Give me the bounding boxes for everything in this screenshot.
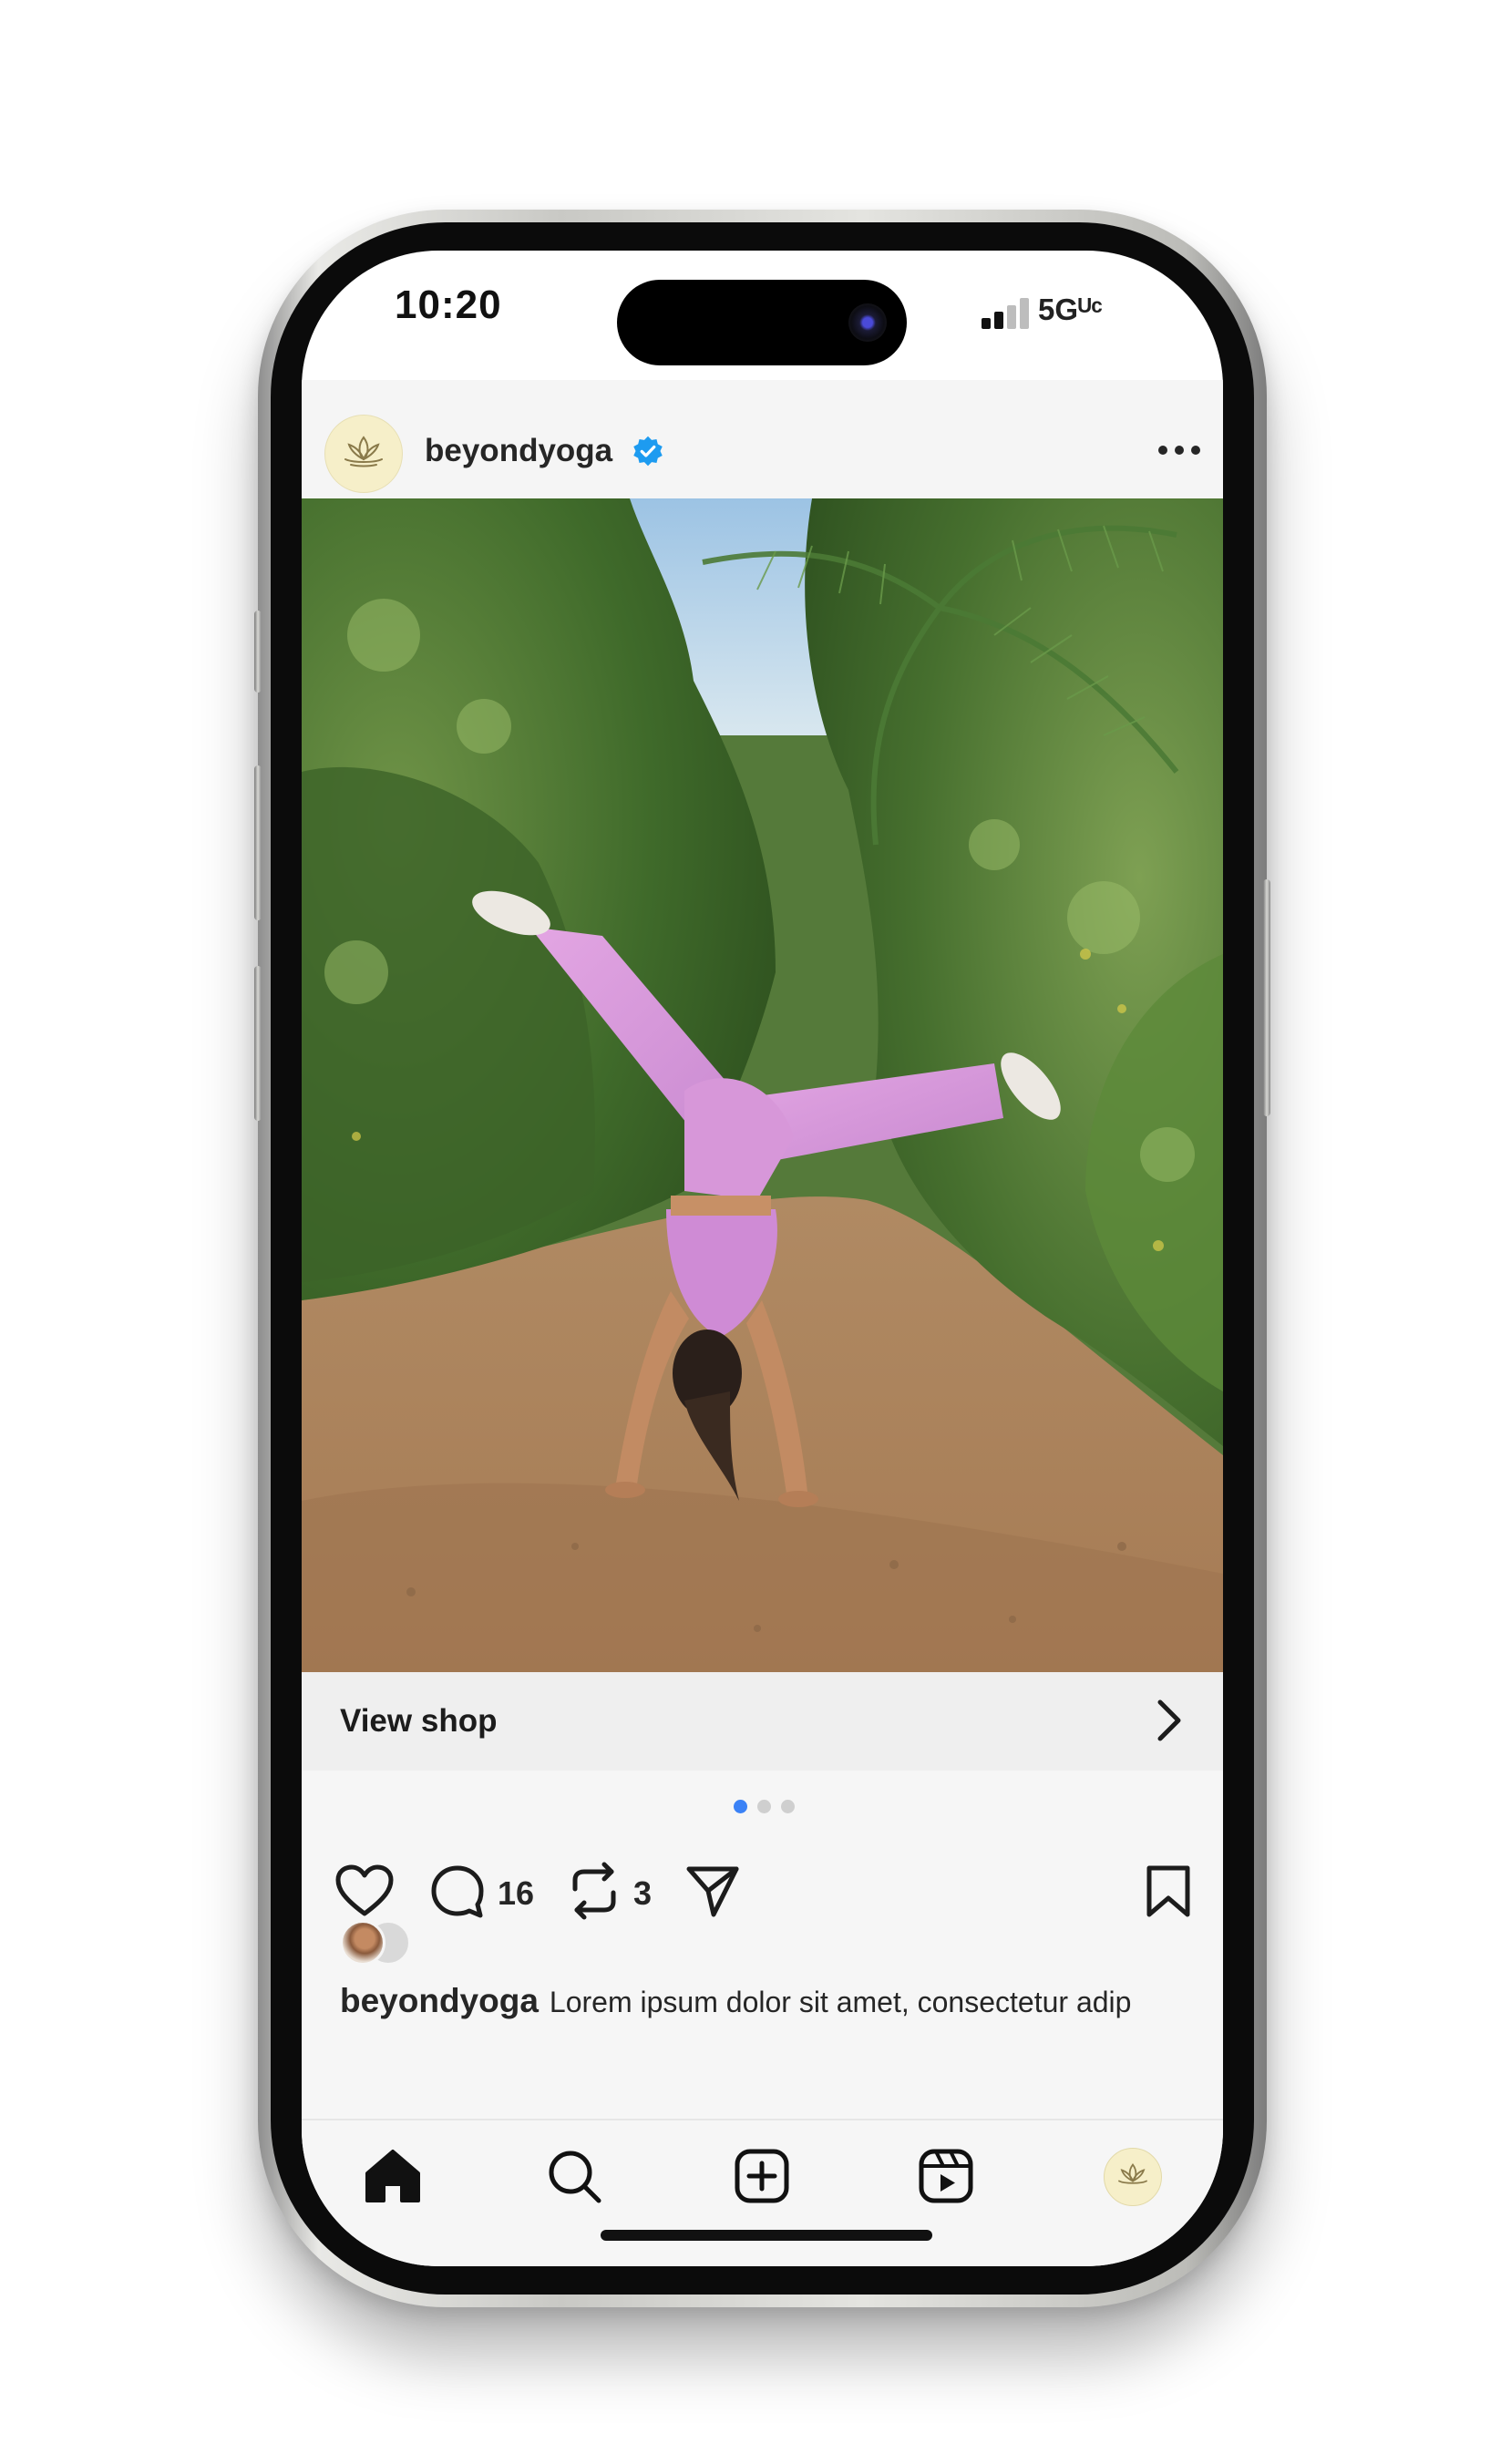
home-icon[interactable] [364, 2148, 422, 2204]
heart-icon[interactable] [334, 1863, 395, 1918]
chevron-right-icon [1157, 1699, 1181, 1741]
repost-count: 3 [633, 1874, 653, 1912]
comment-count: 16 [498, 1874, 535, 1912]
carousel-dot-active [734, 1800, 747, 1813]
profile-avatar[interactable] [324, 415, 403, 493]
bookmark-icon[interactable] [1144, 1863, 1193, 1920]
power-button [1263, 879, 1270, 1116]
liker-avatar [340, 1920, 385, 1966]
cellular-signal-icon [982, 298, 1033, 329]
carousel-dot [781, 1800, 795, 1813]
dynamic-island [617, 280, 907, 365]
profile-tab-avatar[interactable] [1104, 2148, 1162, 2206]
post-username[interactable]: beyondyoga [425, 433, 612, 469]
post-footer [302, 1771, 1223, 2135]
home-indicator[interactable] [601, 2230, 932, 2241]
post-header: beyondyoga [302, 380, 1223, 498]
caption-text: Lorem ipsum dolor sit amet, consectetur … [549, 1986, 1132, 2018]
network-type: 5Gᵁᶜ [1038, 293, 1103, 326]
phone-screen: 10:20 5Gᵁᶜ beyondyoga View shop 16 3 bey… [302, 251, 1223, 2266]
caption-username[interactable]: beyondyoga [340, 1982, 539, 2019]
comment-icon[interactable] [429, 1863, 486, 1920]
send-icon[interactable] [684, 1863, 741, 1920]
volume-down-button [254, 966, 262, 1121]
front-camera [848, 303, 887, 342]
action-button [254, 611, 262, 693]
lotus-logo-icon [344, 436, 383, 467]
status-time: 10:20 [395, 282, 502, 327]
search-icon[interactable] [546, 2148, 604, 2206]
post-caption: beyondyoga Lorem ipsum dolor sit amet, co… [340, 1982, 1131, 2020]
carousel-dot [757, 1800, 771, 1813]
device-mockup: 10:20 5Gᵁᶜ beyondyoga View shop 16 3 bey… [0, 0, 1511, 2464]
reels-icon[interactable] [918, 2148, 974, 2204]
create-icon[interactable] [734, 2148, 790, 2204]
volume-up-button [254, 765, 262, 920]
lotus-logo-icon [1118, 2162, 1147, 2184]
post-photo[interactable] [302, 498, 1223, 1672]
post-image [302, 498, 1223, 1672]
verified-badge-icon [633, 436, 663, 467]
repost-icon[interactable] [568, 1862, 621, 1920]
bottom-tab-bar [302, 2119, 1223, 2266]
view-shop-label: View shop [340, 1703, 498, 1739]
view-shop-bar[interactable]: View shop [302, 1672, 1223, 1772]
more-horizontal-icon[interactable] [1156, 444, 1202, 457]
